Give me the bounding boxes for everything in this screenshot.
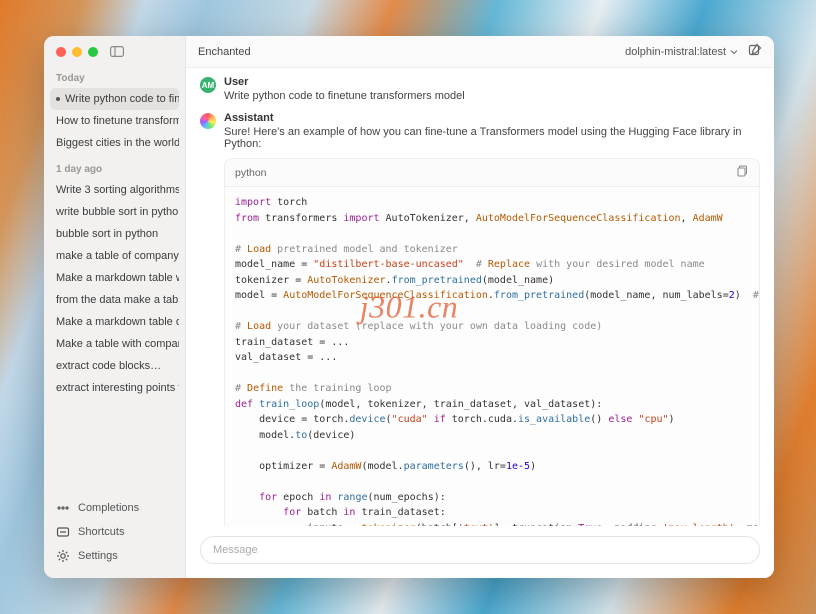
sidebar-item[interactable]: Make a table with compan…	[50, 333, 179, 355]
active-dot-icon	[56, 97, 60, 101]
code-content: import torch from transformers import Au…	[225, 187, 759, 526]
sidebar-heading: Today	[50, 63, 179, 88]
footer-item-completions[interactable]: Completions	[52, 496, 177, 520]
shortcuts-icon	[56, 525, 70, 539]
message-user: AM User Write python code to finetune tr…	[200, 76, 760, 102]
sidebar-item-label: Make a markdown table of…	[56, 316, 179, 328]
sidebar-item[interactable]: make a table of company…	[50, 245, 179, 267]
sidebar-item-label: bubble sort in python	[56, 228, 158, 240]
sidebar-heading: 1 day ago	[50, 154, 179, 179]
sidebar: Today Write python code to fin… How to f…	[44, 36, 186, 578]
window-titlebar	[44, 36, 185, 63]
app-window: Today Write python code to fin… How to f…	[44, 36, 774, 578]
model-selector-label: dolphin-mistral:latest	[625, 46, 726, 58]
chat-scroll: AM User Write python code to finetune tr…	[186, 68, 774, 526]
window-minimize-button[interactable]	[72, 47, 82, 57]
message-assistant: Assistant Sure! Here's an example of how…	[200, 112, 760, 526]
composer: Message	[186, 526, 774, 578]
copy-code-button[interactable]	[737, 165, 749, 180]
new-chat-button[interactable]	[748, 43, 762, 60]
footer-item-label: Settings	[78, 550, 118, 562]
desktop-background: Today Write python code to fin… How to f…	[0, 0, 816, 614]
sidebar-item-label: Make a markdown table wi…	[56, 272, 179, 284]
compose-icon	[748, 43, 762, 57]
sidebar-item[interactable]: from the data make a tabl…	[50, 289, 179, 311]
user-avatar: AM	[200, 77, 216, 93]
sidebar-toggle-icon[interactable]	[110, 46, 124, 57]
main-pane: Enchanted dolphin-mistral:latest AM User	[186, 36, 774, 578]
sidebar-item-label: write bubble sort in python	[56, 206, 179, 218]
sidebar-footer: Completions Shortcuts Settings	[44, 490, 185, 578]
message-input-placeholder: Message	[213, 544, 258, 556]
message-author: Assistant	[224, 112, 760, 124]
sidebar-item[interactable]: How to finetune transform…	[50, 110, 179, 132]
sidebar-item[interactable]: extract interesting points f…	[50, 377, 179, 399]
sidebar-item-label: from the data make a tabl…	[56, 294, 179, 306]
assistant-avatar	[200, 113, 216, 129]
sidebar-item[interactable]: Biggest cities in the world,…	[50, 132, 179, 154]
sidebar-item-label: Make a table with compan…	[56, 338, 179, 350]
window-zoom-button[interactable]	[88, 47, 98, 57]
message-text: Sure! Here's an example of how you can f…	[224, 126, 760, 150]
chevron-down-icon	[730, 48, 738, 56]
code-language-label: python	[235, 167, 267, 179]
message-input[interactable]: Message	[200, 536, 760, 564]
sidebar-item-label: How to finetune transform…	[56, 115, 179, 127]
footer-item-label: Shortcuts	[78, 526, 124, 538]
sidebar-item[interactable]: Make a markdown table of…	[50, 311, 179, 333]
sidebar-item-label: make a table of company…	[56, 250, 179, 262]
sidebar-item[interactable]: Write 3 sorting algorithms…	[50, 179, 179, 201]
completions-icon	[56, 501, 70, 515]
sidebar-item[interactable]: extract code blocks…	[50, 355, 179, 377]
message-text: Write python code to finetune transforme…	[224, 90, 760, 102]
sidebar-item-label: extract code blocks…	[56, 360, 161, 372]
footer-item-label: Completions	[78, 502, 139, 514]
main-header: Enchanted dolphin-mistral:latest	[186, 36, 774, 68]
sidebar-item[interactable]: write bubble sort in python	[50, 201, 179, 223]
sidebar-item[interactable]: bubble sort in python	[50, 223, 179, 245]
code-block: python import torch from transformers im…	[224, 158, 760, 526]
window-close-button[interactable]	[56, 47, 66, 57]
app-title: Enchanted	[198, 46, 251, 58]
gear-icon	[56, 549, 70, 563]
model-selector[interactable]: dolphin-mistral:latest	[625, 46, 738, 58]
sidebar-item-label: Write 3 sorting algorithms…	[56, 184, 179, 196]
sidebar-item[interactable]: Write python code to fin…	[50, 88, 179, 110]
footer-item-settings[interactable]: Settings	[52, 544, 177, 568]
sidebar-list: Today Write python code to fin… How to f…	[44, 63, 185, 490]
copy-icon	[737, 165, 749, 177]
sidebar-item[interactable]: Make a markdown table wi…	[50, 267, 179, 289]
sidebar-item-label: Biggest cities in the world,…	[56, 137, 179, 149]
message-author: User	[224, 76, 760, 88]
sidebar-item-label: Write python code to fin…	[65, 93, 179, 105]
sidebar-item-label: extract interesting points f…	[56, 382, 179, 394]
footer-item-shortcuts[interactable]: Shortcuts	[52, 520, 177, 544]
